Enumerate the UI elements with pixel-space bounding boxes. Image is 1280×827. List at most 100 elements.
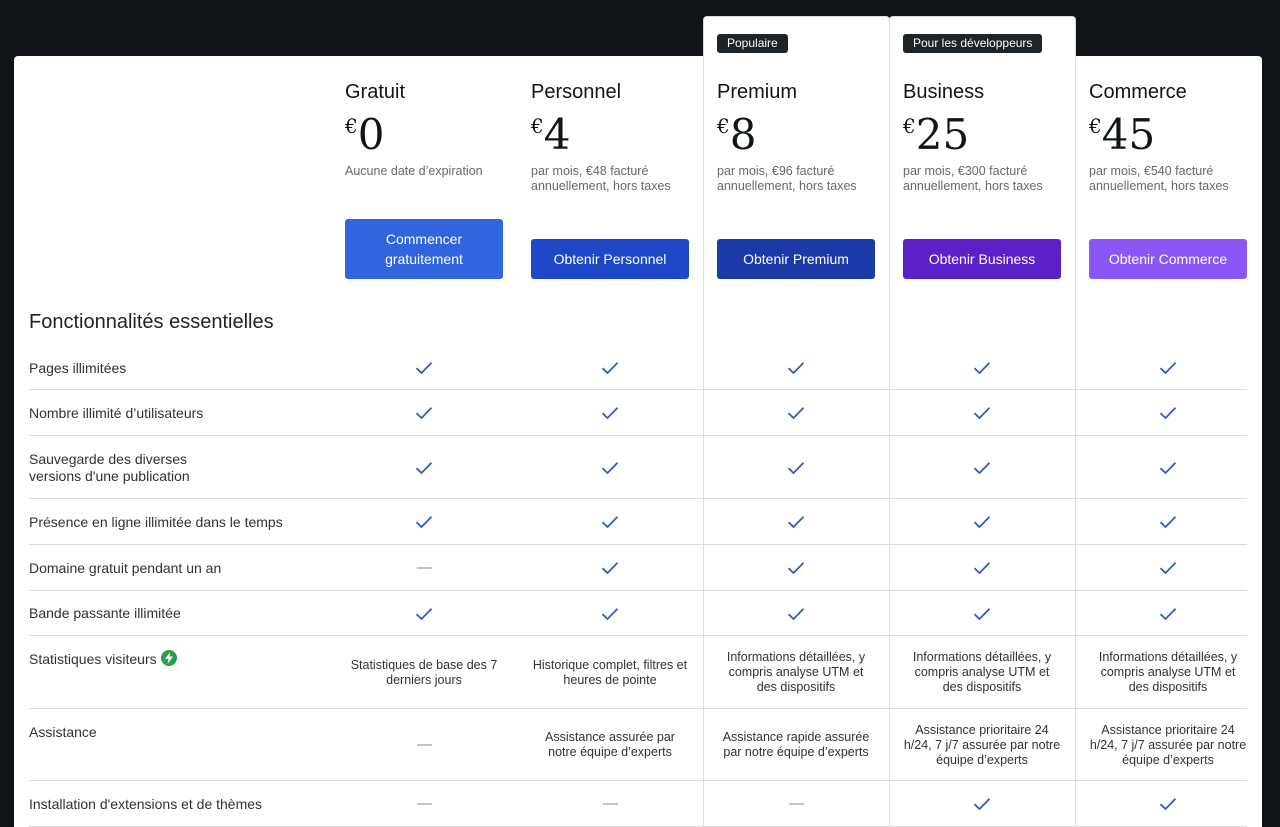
feature-value: Statistiques de base des 7 derniers jour…: [350, 657, 498, 687]
plan-price-personnel: €4: [531, 110, 570, 160]
feature-cell-business: [903, 545, 1061, 591]
feature-label: Domaine gratuit pendant un an: [29, 560, 329, 577]
check-icon: [601, 562, 619, 575]
check-icon: [1159, 516, 1177, 529]
feature-cell-personnel: [531, 591, 689, 636]
feature-value: Informations détaillées, y compris analy…: [726, 650, 866, 694]
feature-cell-premium: [717, 499, 875, 545]
feature-cell-personnel: [531, 781, 689, 827]
check-icon: [787, 562, 805, 575]
feature-cell-gratuit: [345, 591, 503, 636]
feature-cell-premium: [717, 545, 875, 591]
check-icon: [601, 516, 619, 529]
feature-label-text: Assistance: [29, 724, 97, 740]
cta-button-gratuit[interactable]: Commencer gratuitement: [345, 219, 503, 279]
check-icon: [601, 407, 619, 420]
cta-button-business[interactable]: Obtenir Business: [903, 239, 1061, 279]
feature-value: Assistance rapide assurée par notre équi…: [722, 730, 870, 759]
check-icon: [415, 407, 433, 420]
feature-row: Statistiques visiteurs Statistiques de ba…: [29, 636, 1247, 709]
feature-cell-gratuit: [345, 436, 503, 499]
feature-row: Installation d'extensions et de thèmes: [29, 781, 1247, 827]
feature-label: Assistance: [29, 724, 329, 741]
feature-cell-gratuit: [345, 499, 503, 545]
feature-cell-commerce: [1089, 545, 1247, 591]
check-icon: [787, 516, 805, 529]
feature-label-text: Sauvegarde des diverses versions d'une p…: [29, 451, 190, 484]
feature-cell-business: [903, 499, 1061, 545]
plan-price-premium: €8: [717, 110, 756, 160]
price-amount: 25: [915, 110, 970, 159]
feature-value: Assistance assurée par notre équipe d’ex…: [545, 730, 675, 759]
feature-value: Historique complet, filtres et heures de…: [532, 657, 688, 687]
feature-cell-premium: Informations détaillées, y compris analy…: [717, 636, 875, 709]
cta-button-personnel[interactable]: Obtenir Personnel: [531, 239, 689, 279]
feature-cell-commerce: [1089, 436, 1247, 499]
feature-cell-personnel: [531, 390, 689, 436]
cta-button-commerce[interactable]: Obtenir Commerce: [1089, 239, 1247, 279]
check-icon: [973, 798, 991, 811]
feature-cell-personnel: [531, 346, 689, 390]
feature-label: Nombre illimité d’utilisateurs: [29, 405, 329, 422]
check-icon: [787, 461, 805, 474]
feature-cell-personnel: Assistance assurée par notre équipe d’ex…: [531, 709, 689, 781]
feature-cell-premium: [717, 591, 875, 636]
feature-label-text: Pages illimitées: [29, 360, 127, 376]
feature-cell-premium: [717, 781, 875, 827]
price-amount: 8: [729, 110, 757, 159]
dash-icon: [602, 803, 618, 805]
price-amount: 0: [357, 110, 385, 159]
feature-label-text: Bande passante illimitée: [29, 605, 181, 621]
check-icon: [973, 407, 991, 420]
feature-value: Informations détaillées, y compris analy…: [912, 650, 1052, 694]
feature-cell-business: [903, 346, 1061, 390]
check-icon: [415, 461, 433, 474]
feature-cell-gratuit: [345, 709, 503, 781]
feature-label: Installation d'extensions et de thèmes: [29, 796, 329, 813]
feature-cell-personnel: [531, 545, 689, 591]
check-icon: [973, 562, 991, 575]
cta-button-premium[interactable]: Obtenir Premium: [717, 239, 875, 279]
check-icon: [973, 362, 991, 375]
feature-cell-premium: [717, 390, 875, 436]
check-icon: [1159, 461, 1177, 474]
currency-symbol: €: [345, 114, 358, 138]
feature-cell-gratuit: [345, 346, 503, 390]
check-icon: [1159, 362, 1177, 375]
check-icon: [415, 607, 433, 620]
feature-row: Nombre illimité d’utilisateurs: [29, 390, 1247, 436]
plan-badge-business: Pour les développeurs: [903, 34, 1043, 53]
price-amount: 45: [1101, 110, 1156, 159]
plan-name-commerce: Commerce: [1089, 81, 1187, 103]
check-icon: [415, 516, 433, 529]
feature-value: Informations détaillées, y compris analy…: [1098, 650, 1238, 694]
plan-name-business: Business: [903, 81, 985, 103]
plan-billing-note-business: par mois, €300 facturé annuellement, hor…: [903, 164, 1043, 193]
feature-cell-gratuit: [345, 390, 503, 436]
feature-value: Assistance prioritaire 24 h/24, 7 j/7 as…: [903, 722, 1061, 767]
currency-symbol: €: [531, 114, 544, 138]
check-icon: [415, 362, 433, 375]
feature-cell-personnel: [531, 499, 689, 545]
feature-cell-commerce: [1089, 591, 1247, 636]
feature-row: Présence en ligne illimitée dans le temp…: [29, 499, 1247, 545]
feature-cell-gratuit: [345, 781, 503, 827]
feature-cell-business: [903, 436, 1061, 499]
check-icon: [973, 607, 991, 620]
feature-row: Pages illimitées: [29, 346, 1247, 390]
feature-cell-premium: [717, 346, 875, 390]
check-icon: [1159, 407, 1177, 420]
feature-cell-commerce: Assistance prioritaire 24 h/24, 7 j/7 as…: [1089, 709, 1247, 781]
check-icon: [601, 362, 619, 375]
feature-cell-commerce: [1089, 499, 1247, 545]
feature-label: Bande passante illimitée: [29, 605, 329, 622]
dash-icon: [416, 567, 432, 569]
feature-cell-business: [903, 390, 1061, 436]
feature-value: Assistance prioritaire 24 h/24, 7 j/7 as…: [1089, 722, 1247, 767]
check-icon: [973, 461, 991, 474]
feature-label-text: Domaine gratuit pendant un an: [29, 560, 222, 576]
feature-cell-premium: Assistance rapide assurée par notre équi…: [717, 709, 875, 781]
currency-symbol: €: [717, 114, 730, 138]
feature-label-text: Nombre illimité d’utilisateurs: [29, 405, 204, 421]
section-title: Fonctionnalités essentielles: [29, 311, 274, 333]
